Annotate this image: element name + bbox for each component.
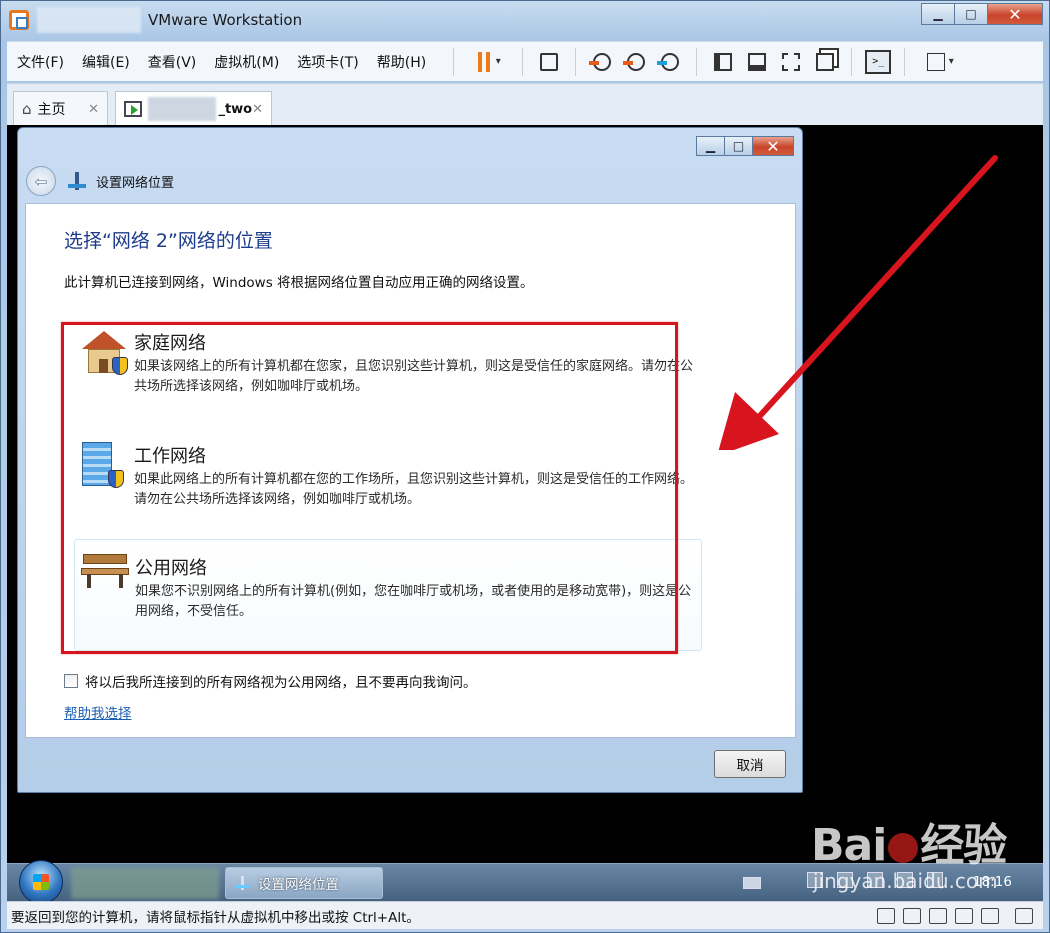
- pause-icon: [477, 51, 482, 72]
- home-icon: ⌂: [22, 100, 32, 118]
- public-default-checkbox[interactable]: [64, 674, 78, 688]
- system-tray: [807, 872, 957, 888]
- network-tray-icon[interactable]: [927, 872, 943, 888]
- annotation-arrow: [718, 155, 998, 450]
- library-icon: [714, 52, 733, 71]
- dialog-content: 选择“网络 2”网络的位置 此计算机已连接到网络，Windows 将根据网络位置…: [25, 203, 796, 738]
- checkbox-label: 将以后我所连接到的所有网络视为公用网络，且不要再向我询问。: [85, 675, 477, 691]
- console-icon: >_: [865, 49, 892, 74]
- close-button[interactable]: ✕: [987, 3, 1043, 25]
- taskbar-blur-region: [71, 867, 219, 899]
- page-heading: 选择“网络 2”网络的位置: [64, 230, 273, 252]
- network-location-dialog: ▁ □ ✕ ⇦ 设置网络位置 选择“网络 2”网络的位置 此计算机已连接到网络，…: [17, 127, 803, 793]
- tray-icon[interactable]: [837, 872, 853, 888]
- back-button[interactable]: ⇦: [26, 166, 56, 196]
- menu-vm[interactable]: 虚拟机(M): [214, 52, 279, 72]
- keyboard-icon[interactable]: [743, 877, 761, 889]
- menu-toolbar: 文件(F) 编辑(E) 查看(V) 虚拟机(M) 选项卡(T) 帮助(H) ▾ …: [7, 41, 1043, 81]
- chevron-down-icon[interactable]: ▾: [496, 56, 501, 67]
- window-controls: ▁ □ ✕: [921, 3, 1043, 25]
- snapshot-icon: [589, 52, 612, 71]
- guest-taskbar: 设置网络位置 18:16: [7, 860, 1043, 901]
- network-icon: [68, 172, 86, 190]
- console-button[interactable]: >_: [864, 48, 892, 76]
- display-icon[interactable]: [981, 907, 999, 924]
- snapshot-manager-icon: [657, 52, 680, 71]
- cancel-button[interactable]: 取消: [714, 750, 786, 778]
- title-bar: VMware Workstation ▁ □ ✕: [1, 1, 1049, 39]
- tray-icon[interactable]: [807, 872, 823, 888]
- fullscreen-icon: [782, 52, 801, 71]
- title-blur-region: [37, 7, 141, 33]
- chevron-down-icon[interactable]: ▾: [949, 56, 954, 67]
- send-keys-button[interactable]: [535, 48, 563, 76]
- toolbar-separator: [696, 47, 698, 76]
- usb-icon[interactable]: [929, 907, 947, 924]
- vmware-window: VMware Workstation ▁ □ ✕ 文件(F) 编辑(E) 查看(…: [0, 0, 1050, 933]
- guest-screen[interactable]: ▁ □ ✕ ⇦ 设置网络位置 选择“网络 2”网络的位置 此计算机已连接到网络，…: [7, 125, 1043, 901]
- status-icons: [869, 907, 1043, 924]
- status-bar: 要返回到您的计算机，请将鼠标指针从虚拟机中移出或按 Ctrl+Alt。: [7, 901, 1043, 929]
- pause-icon: [485, 51, 490, 72]
- revert-snapshot-button[interactable]: [622, 48, 650, 76]
- toolbar-separator: [453, 47, 455, 76]
- tab-vm[interactable]: _two ✕: [115, 91, 272, 126]
- vmware-app-icon: [9, 10, 29, 30]
- library-button[interactable]: [709, 48, 737, 76]
- send-keys-icon: [540, 52, 559, 71]
- dialog-title: 设置网络位置: [96, 175, 175, 191]
- revert-snapshot-icon: [623, 52, 646, 71]
- tab-blur-region: [147, 97, 217, 121]
- tab-close-icon[interactable]: ✕: [252, 102, 263, 117]
- public-default-checkbox-row[interactable]: 将以后我所连接到的所有网络视为公用网络，且不要再向我询问。: [64, 671, 477, 691]
- tab-vm-label: _two: [218, 101, 253, 117]
- menu-edit[interactable]: 编辑(E): [82, 52, 130, 72]
- network-adapter-icon[interactable]: [903, 907, 921, 924]
- tab-home-label: 主页: [37, 102, 66, 118]
- page-description: 此计算机已连接到网络，Windows 将根据网络位置自动应用正确的网络设置。: [64, 275, 534, 291]
- dialog-address-bar: ⇦ 设置网络位置: [26, 164, 174, 198]
- menu-help[interactable]: 帮助(H): [377, 52, 426, 72]
- maximize-button[interactable]: □: [954, 3, 988, 25]
- hdd-icon[interactable]: [877, 907, 895, 924]
- window-title: VMware Workstation: [148, 11, 303, 29]
- stretch-button[interactable]: ▾: [917, 48, 963, 76]
- thumbnail-icon: [748, 52, 767, 71]
- clock[interactable]: 18:16: [973, 874, 1012, 890]
- tab-bar: ⌂ 主页 ✕ _two ✕: [7, 83, 1043, 126]
- pause-button[interactable]: ▾: [466, 48, 510, 76]
- message-icon[interactable]: [1015, 907, 1033, 924]
- snapshot-manager-button[interactable]: [656, 48, 684, 76]
- toolbar-separator: [522, 47, 524, 76]
- snapshot-button[interactable]: [588, 48, 616, 76]
- help-me-choose-link[interactable]: 帮助我选择: [64, 702, 132, 722]
- menu-tabs[interactable]: 选项卡(T): [297, 52, 358, 72]
- stretch-icon: [926, 52, 945, 71]
- menu-file[interactable]: 文件(F): [17, 52, 64, 72]
- toolbar-separator: [575, 47, 577, 76]
- tab-home[interactable]: ⌂ 主页 ✕: [13, 91, 108, 126]
- thumbnail-button[interactable]: [743, 48, 771, 76]
- volume-icon[interactable]: [867, 872, 883, 888]
- unity-icon: [816, 52, 835, 71]
- tray-icon[interactable]: [897, 872, 913, 888]
- annotation-highlight-box: [61, 322, 678, 654]
- menu-view[interactable]: 查看(V): [148, 52, 197, 72]
- fullscreen-button[interactable]: [777, 48, 805, 76]
- taskbar-item-label: 设置网络位置: [258, 877, 339, 893]
- tab-close-icon[interactable]: ✕: [88, 102, 99, 117]
- network-icon: [236, 876, 250, 890]
- toolbar-separator: [851, 47, 853, 76]
- taskbar-item-network-location[interactable]: 设置网络位置: [225, 867, 383, 899]
- sound-icon[interactable]: [955, 907, 973, 924]
- unity-button[interactable]: [811, 48, 839, 76]
- vm-running-icon: [124, 101, 142, 117]
- toolbar-separator: [904, 47, 906, 76]
- status-text: 要返回到您的计算机，请将鼠标指针从虚拟机中移出或按 Ctrl+Alt。: [11, 909, 420, 926]
- minimize-button[interactable]: ▁: [921, 3, 955, 25]
- start-button[interactable]: [19, 860, 63, 901]
